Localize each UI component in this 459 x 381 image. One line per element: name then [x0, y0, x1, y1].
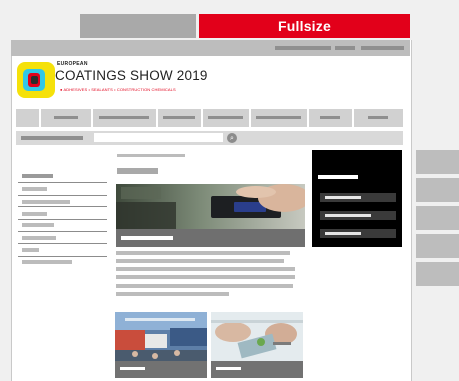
nav-item[interactable] [251, 109, 307, 127]
text-line [116, 292, 229, 296]
utility-bar [11, 40, 410, 56]
side-tile[interactable] [416, 150, 459, 174]
nav-item[interactable] [158, 109, 201, 127]
text-line [116, 267, 295, 271]
sidebar-item[interactable] [22, 200, 70, 204]
side-tile[interactable] [416, 234, 459, 258]
logo-title-text: COATINGS SHOW 2019 [55, 68, 208, 83]
feature-photo [116, 184, 305, 229]
main-nav [16, 109, 403, 127]
thumbnail-caption [115, 361, 207, 378]
sidebar-divider [18, 219, 107, 220]
logo-subtitle: ● ADHESIVES • SEALANTS • CONSTRUCTION CH… [60, 87, 176, 92]
utility-link[interactable] [361, 46, 404, 50]
sidebar-item[interactable] [22, 248, 39, 252]
text-line [116, 284, 293, 288]
feature-image[interactable] [116, 184, 305, 229]
promo-box [312, 150, 402, 247]
text-line [116, 251, 290, 255]
sidebar-divider [18, 206, 107, 207]
nav-item[interactable] [93, 109, 156, 127]
promo-link[interactable] [320, 193, 396, 202]
sidebar-item[interactable] [22, 223, 54, 227]
nav-item[interactable] [309, 109, 352, 127]
search-input[interactable] [94, 133, 223, 142]
feature-caption[interactable] [116, 229, 305, 247]
side-tile[interactable] [416, 178, 459, 202]
sidebar-item[interactable] [22, 236, 56, 240]
search-label [21, 136, 83, 140]
logo-title: COATINGS SHOW 2019 [40, 68, 208, 83]
side-tile[interactable] [416, 262, 459, 286]
thumbnail-lab[interactable] [211, 312, 303, 378]
nav-item[interactable] [354, 109, 403, 127]
promo-link[interactable] [320, 211, 396, 220]
side-tile[interactable] [416, 206, 459, 230]
page-title [117, 168, 158, 174]
logo-small-title: EUROPEAN [57, 61, 88, 67]
sidebar-heading [22, 174, 53, 178]
sidebar-divider [18, 256, 107, 257]
nav-item[interactable] [203, 109, 249, 127]
sidebar-divider [18, 195, 107, 196]
promo-link[interactable] [320, 229, 396, 238]
fullsize-tab[interactable]: Fullsize [199, 14, 410, 38]
thumbnail-exhibition[interactable] [115, 312, 207, 378]
feature-caption-title [121, 236, 173, 240]
utility-link[interactable] [275, 46, 331, 50]
sidebar-divider [18, 182, 107, 183]
breadcrumb[interactable] [117, 154, 185, 157]
nav-item[interactable] [41, 109, 91, 127]
thumbnail-caption [211, 361, 303, 378]
utility-link[interactable] [335, 46, 355, 50]
sidebar-item[interactable] [22, 212, 47, 216]
text-line [116, 259, 284, 263]
sidebar-divider [18, 243, 107, 244]
logo-subtitle-text: ADHESIVES • SEALANTS • CONSTRUCTION CHEM… [63, 87, 176, 92]
sidebar-divider [18, 231, 107, 232]
sidebar-item[interactable] [22, 260, 72, 264]
sidebar-item[interactable] [22, 187, 47, 191]
nav-item[interactable] [16, 109, 39, 127]
promo-heading [318, 175, 358, 179]
text-line [116, 275, 295, 279]
tab-placeholder[interactable] [80, 14, 196, 38]
search-icon[interactable]: ⌕ [227, 133, 237, 143]
